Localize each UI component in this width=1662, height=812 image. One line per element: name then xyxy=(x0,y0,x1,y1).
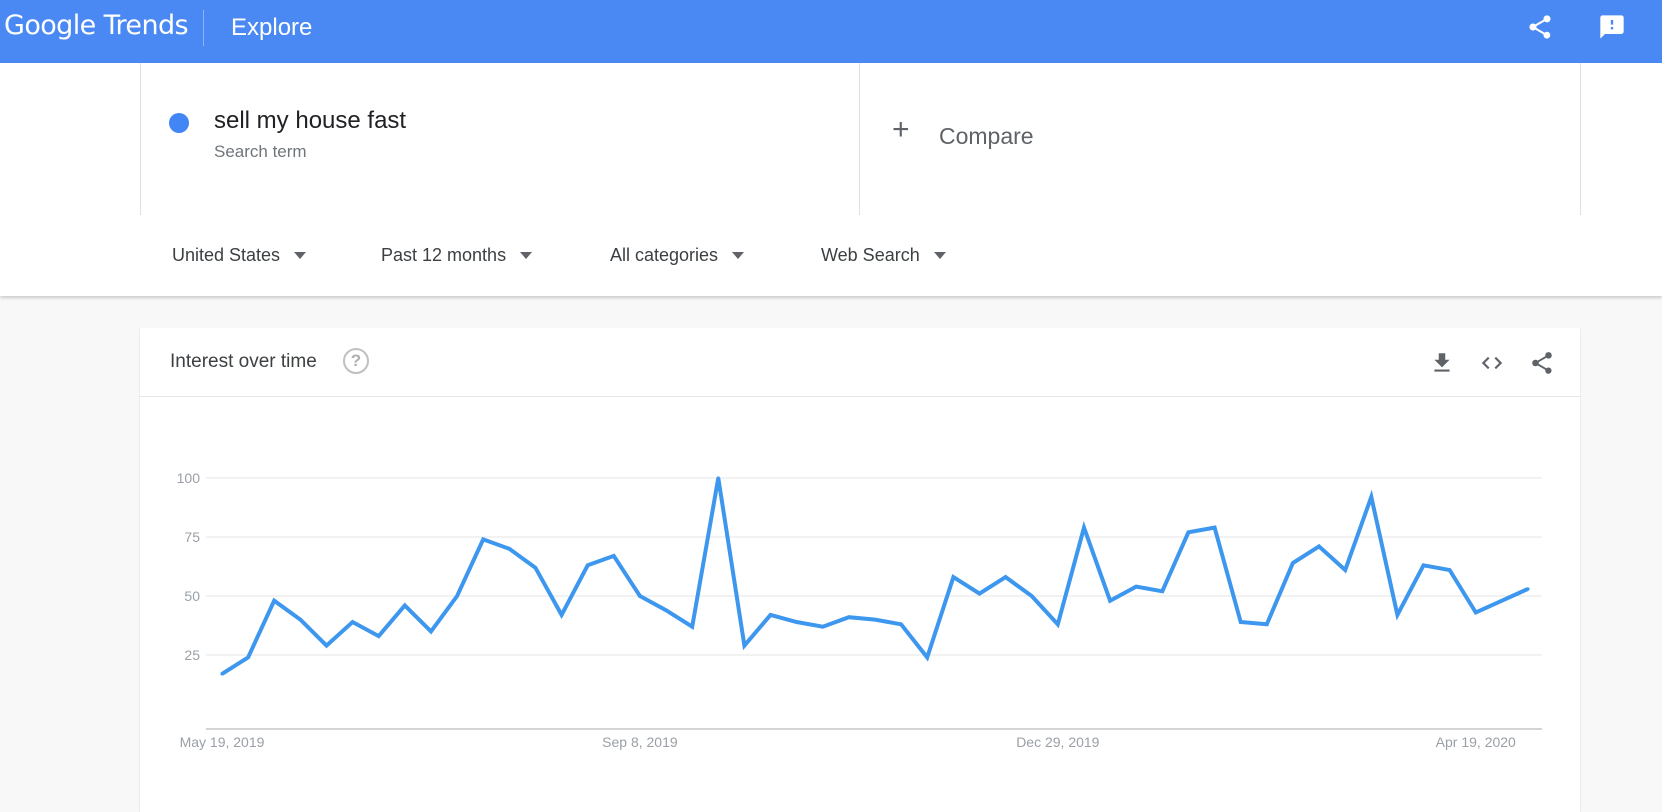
data-point xyxy=(559,613,564,617)
data-point xyxy=(1291,561,1295,565)
data-point xyxy=(847,615,851,619)
data-point xyxy=(246,655,250,659)
data-point xyxy=(612,554,616,558)
x-tick-label: Dec 29, 2019 xyxy=(1016,734,1099,750)
google-trends-logo[interactable]: Google Trends xyxy=(4,10,189,41)
download-icon[interactable] xyxy=(1427,348,1457,378)
data-point xyxy=(664,608,668,612)
top-bar: Google Trends Explore xyxy=(0,0,1662,63)
category-filter-label: All categories xyxy=(610,245,719,265)
x-tick-label: Apr 19, 2020 xyxy=(1436,734,1516,750)
time-range-filter-label: Past 12 months xyxy=(381,245,507,265)
data-point xyxy=(507,547,511,551)
data-point xyxy=(533,566,538,570)
data-point xyxy=(1108,599,1112,603)
compare-button[interactable]: + Compare xyxy=(858,63,1581,215)
data-point xyxy=(377,634,381,638)
chart-share-icon[interactable] xyxy=(1527,348,1557,378)
search-term-text[interactable]: sell my house fast xyxy=(214,107,406,135)
data-point xyxy=(1030,594,1034,598)
data-point xyxy=(1500,599,1504,603)
region-filter-label: United States xyxy=(172,245,281,265)
data-point xyxy=(403,603,407,608)
data-point xyxy=(272,599,276,603)
embed-code-icon[interactable] xyxy=(1477,348,1507,378)
x-tick-label: May 19, 2019 xyxy=(180,734,265,750)
data-point xyxy=(1448,568,1452,572)
data-point xyxy=(481,537,485,541)
data-point xyxy=(638,594,642,598)
data-point xyxy=(742,643,747,648)
data-point xyxy=(690,625,694,629)
compare-label: Compare xyxy=(939,123,1034,149)
card-title: Interest over time xyxy=(170,351,317,372)
data-point xyxy=(1082,525,1086,530)
data-point xyxy=(716,476,720,480)
page-title: Explore xyxy=(231,14,313,41)
search-term-type: Search term xyxy=(214,142,307,161)
header-divider xyxy=(203,10,204,46)
data-point xyxy=(768,613,773,617)
y-tick-label: 75 xyxy=(184,529,200,545)
y-tick-label: 100 xyxy=(177,470,201,486)
y-tick-label: 50 xyxy=(184,588,200,604)
dropdown-arrow-icon xyxy=(294,252,307,259)
data-point xyxy=(1186,530,1191,534)
data-point xyxy=(429,629,433,633)
data-point xyxy=(977,592,982,596)
interest-over-time-card: Interest over time ? 25 50 75 100 May 19, 20… xyxy=(140,328,1580,812)
data-point xyxy=(1134,584,1138,589)
data-point xyxy=(1421,563,1426,567)
region-filter[interactable]: United States xyxy=(172,245,307,266)
data-point xyxy=(1474,610,1478,615)
search-band: sell my house fast Search term + Compare xyxy=(0,63,1662,216)
data-point xyxy=(873,618,877,622)
search-term-card[interactable]: sell my house fast Search term xyxy=(140,63,860,215)
data-point xyxy=(821,625,825,629)
data-point xyxy=(899,622,903,626)
data-point xyxy=(1369,495,1373,499)
share-icon[interactable] xyxy=(1523,10,1557,44)
data-point xyxy=(1526,587,1530,591)
time-range-filter[interactable]: Past 12 months xyxy=(381,245,533,266)
card-header: Interest over time ? xyxy=(140,328,1580,397)
term-color-dot xyxy=(169,113,189,133)
dropdown-arrow-icon xyxy=(933,252,946,259)
data-point xyxy=(1395,613,1399,617)
plus-icon: + xyxy=(892,113,910,146)
data-point xyxy=(1160,589,1164,593)
data-point xyxy=(298,618,302,622)
data-point xyxy=(455,594,459,598)
data-point xyxy=(1317,544,1321,549)
data-point xyxy=(351,620,355,624)
data-point xyxy=(1239,620,1243,624)
data-point xyxy=(1212,525,1217,530)
feedback-icon[interactable] xyxy=(1595,10,1629,44)
data-point xyxy=(324,643,329,648)
data-point xyxy=(1265,622,1269,626)
x-tick-label: Sep 8, 2019 xyxy=(602,734,678,750)
data-point xyxy=(220,672,224,676)
search-type-filter[interactable]: Web Search xyxy=(821,245,946,266)
filter-bar: United States Past 12 months All categor… xyxy=(0,215,1662,296)
dropdown-arrow-icon xyxy=(732,252,745,259)
data-point xyxy=(1343,568,1347,572)
search-type-filter-label: Web Search xyxy=(821,245,920,265)
dropdown-arrow-icon xyxy=(520,252,533,259)
interest-line-chart[interactable]: 25 50 75 100 May 19, 2019 Sep 8, 2019 Dec 29, … xyxy=(140,396,1580,812)
data-point xyxy=(951,575,955,579)
data-point xyxy=(586,563,590,567)
y-tick-label: 25 xyxy=(184,647,200,663)
category-filter[interactable]: All categories xyxy=(610,245,745,266)
data-point xyxy=(795,620,799,624)
data-point xyxy=(1004,575,1008,579)
series-line xyxy=(220,477,1529,676)
help-icon[interactable]: ? xyxy=(343,348,369,374)
data-point xyxy=(925,655,929,659)
data-point xyxy=(1056,622,1060,626)
